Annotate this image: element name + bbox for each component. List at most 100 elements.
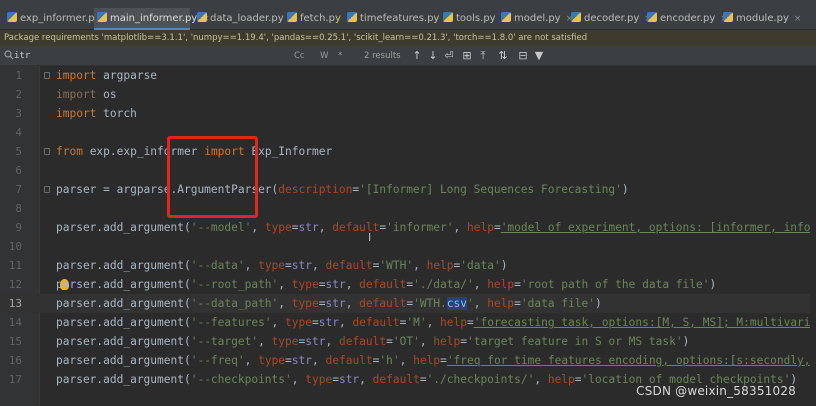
banner-text: Package requirements 'matplotlib==3.1.1'… xyxy=(4,33,588,43)
tab-label: main_informer.py xyxy=(110,13,198,24)
fold-marker-icon[interactable] xyxy=(44,72,50,79)
select-occurrences-button[interactable]: ⇅ xyxy=(496,48,510,64)
code-token: = xyxy=(493,221,501,234)
tab-data-loader[interactable]: data_loader.py× xyxy=(194,8,296,30)
tab-module[interactable]: module.py × xyxy=(720,8,801,30)
line-number: 7 xyxy=(15,183,22,196)
code-token: help xyxy=(433,335,461,348)
line-number: 1 xyxy=(15,69,22,82)
code-text: parser.add_argument('--target', type = str… xyxy=(56,332,689,351)
code-token: '--root_path' xyxy=(190,278,279,291)
code-token: os xyxy=(96,88,117,101)
line-number: 9 xyxy=(15,221,22,234)
python-file-icon xyxy=(443,12,453,22)
code-token: './data/' xyxy=(413,278,474,291)
code-token: '--data_path' xyxy=(190,297,279,310)
code-token: help xyxy=(413,354,441,367)
whole-words-toggle[interactable]: W xyxy=(320,49,328,63)
code-line[interactable]: 16 parser.add_argument('--freq', type=str… xyxy=(0,351,816,370)
tab-decoder[interactable]: decoder.py× xyxy=(568,8,652,30)
code-token: , xyxy=(258,335,272,348)
filter-dropdown[interactable]: ▼ xyxy=(532,48,546,64)
select-all-occurrences-button[interactable]: ⏎ xyxy=(442,48,456,64)
python-file-icon xyxy=(647,12,657,22)
code-token: = xyxy=(514,297,521,310)
code-token: str xyxy=(305,335,326,348)
code-line[interactable]: 1 import argparse xyxy=(0,66,816,85)
code-token: 'target feature in S or MS task' xyxy=(467,335,683,348)
code-token: = xyxy=(285,259,292,272)
code-token: str xyxy=(318,316,339,329)
code-line[interactable]: 10 xyxy=(0,237,816,256)
tab-encoder[interactable]: encoder.py× xyxy=(644,8,728,30)
code-line[interactable]: 11 parser.add_argument('--data', type=str… xyxy=(0,256,816,275)
code-editor[interactable]: 1 import argparse 2 import os 3 import torch 4… xyxy=(0,66,816,406)
remove-selection-button[interactable]: ⤒ xyxy=(476,48,490,64)
code-token: str xyxy=(298,221,319,234)
mouse-cursor-icon: I xyxy=(368,231,372,244)
tab-model[interactable]: model.py × xyxy=(498,8,573,30)
code-text: parser = argparse.ArgumentParser(descrip… xyxy=(56,180,629,199)
python-file-icon xyxy=(571,12,581,22)
previous-occurrence-button[interactable]: ↑ xyxy=(410,48,424,64)
code-token: , xyxy=(534,373,548,386)
code-token: , xyxy=(359,373,373,386)
regex-toggle[interactable]: * xyxy=(338,49,342,63)
tab-timefeatures[interactable]: timefeatures.py× xyxy=(344,8,452,30)
tab-tools[interactable]: tools.py× xyxy=(440,8,508,30)
line-number: 2 xyxy=(15,88,22,101)
code-token: default xyxy=(325,354,373,367)
code-text: parser.add_argument('--model', type=str,… xyxy=(56,218,816,237)
code-line[interactable]: 12 parser.add_argument('--root_path', typ… xyxy=(0,275,816,294)
code-line[interactable]: 14 parser.add_argument('--features', type… xyxy=(0,313,816,332)
code-token: parser.add_argument( xyxy=(56,316,191,329)
code-token: , xyxy=(473,278,488,291)
line-number: 6 xyxy=(15,164,22,177)
tab-label: model.py xyxy=(514,13,561,24)
fold-marker-icon[interactable] xyxy=(44,186,50,193)
context-filter-button[interactable]: ⊟ xyxy=(516,48,530,64)
code-token: str xyxy=(291,259,313,272)
code-token: 'data file' xyxy=(520,297,596,310)
package-requirements-banner[interactable]: Package requirements 'matplotlib==3.1.1'… xyxy=(0,30,816,46)
code-token: parser.add_argument( xyxy=(56,221,191,234)
code-line[interactable]: 13 parser.add_argument('--data_path', typ… xyxy=(0,294,816,313)
code-token: type xyxy=(291,278,319,291)
line-number: 8 xyxy=(15,202,22,215)
code-token: 'model of experiment, options: [informer… xyxy=(500,221,816,234)
code-token: '--data' xyxy=(190,259,245,272)
close-icon[interactable]: × xyxy=(794,14,802,24)
fold-marker-icon[interactable] xyxy=(44,148,50,155)
editor-scrollbar[interactable] xyxy=(810,66,816,406)
code-token: 'data' xyxy=(460,259,501,272)
search-input[interactable] xyxy=(14,48,244,64)
code-line[interactable]: 3 import torch xyxy=(0,104,816,123)
code-text: parser.add_argument('--data', type=str, … xyxy=(56,256,507,275)
code-token: type xyxy=(291,297,319,310)
add-selection-button[interactable]: ⊞ xyxy=(460,48,474,64)
code-line[interactable]: 2 import os xyxy=(0,85,816,104)
code-token: 'OT' xyxy=(392,335,420,348)
code-token: import xyxy=(56,107,97,120)
code-line[interactable]: 7 parser = argparse.ArgumentParser(descri… xyxy=(0,180,816,199)
tab-main-informer[interactable]: main_informer.py× xyxy=(94,8,210,30)
code-token: '--target' xyxy=(190,335,259,348)
code-line[interactable]: 8 xyxy=(0,199,816,218)
tab-fetch[interactable]: fetch.py× xyxy=(284,8,353,30)
tab-exp-informer[interactable]: exp_informer.py× xyxy=(4,8,113,30)
code-token: '--model' xyxy=(190,221,252,234)
code-line[interactable]: 15 parser.add_argument('--target', type = s… xyxy=(0,332,816,351)
code-token: 'forecasting task, options:[M, S, MS]; M… xyxy=(473,316,816,329)
code-token: default xyxy=(359,278,407,291)
code-line[interactable]: 4 xyxy=(0,123,816,142)
code-line[interactable]: 6 xyxy=(0,161,816,180)
code-token: default xyxy=(352,316,400,329)
code-text: import argparse xyxy=(56,66,157,85)
code-token: = xyxy=(291,221,299,234)
next-occurrence-button[interactable]: ↓ xyxy=(426,48,440,64)
code-token: = xyxy=(467,316,474,329)
code-line[interactable]: 5 from exp.exp_informer import Exp_Inform… xyxy=(0,142,816,161)
match-case-toggle[interactable]: Cc xyxy=(294,49,305,63)
code-token: = xyxy=(285,354,292,367)
code-line[interactable]: 9 parser.add_argument('--model', type=str… xyxy=(0,218,816,237)
